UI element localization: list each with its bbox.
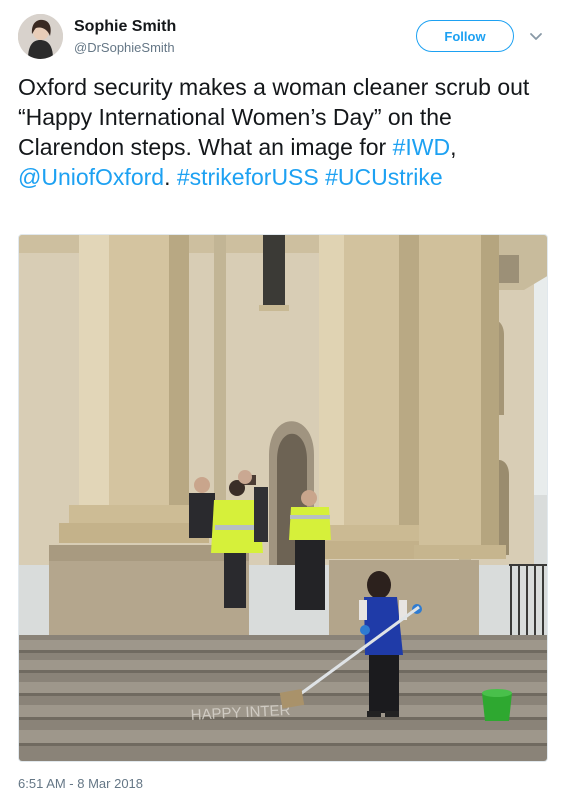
mention-uniofoxford[interactable]: @UniofOxford	[18, 164, 164, 190]
tweet-timestamp[interactable]: 6:51 AM - 8 Mar 2018	[18, 776, 143, 791]
chevron-down-icon[interactable]	[528, 28, 544, 44]
tweet-sep: .	[164, 164, 177, 190]
follow-button[interactable]: Follow	[416, 20, 514, 52]
hashtag-ucustrike[interactable]: #UCUstrike	[325, 164, 443, 190]
tweet-sep: ,	[450, 134, 457, 160]
hashtag-strikeforuss[interactable]: #strikeforUSS	[177, 164, 319, 190]
tweet-photo[interactable]: HAPPY INTER	[18, 234, 548, 762]
tweet-header: Sophie Smith @DrSophieSmith Follow	[18, 14, 548, 64]
display-name[interactable]: Sophie Smith	[74, 18, 176, 36]
avatar[interactable]	[18, 14, 63, 59]
hashtag-iwd[interactable]: #IWD	[393, 134, 451, 160]
tweet-text: Oxford security makes a woman cleaner sc…	[18, 72, 550, 192]
user-handle[interactable]: @DrSophieSmith	[74, 40, 175, 55]
